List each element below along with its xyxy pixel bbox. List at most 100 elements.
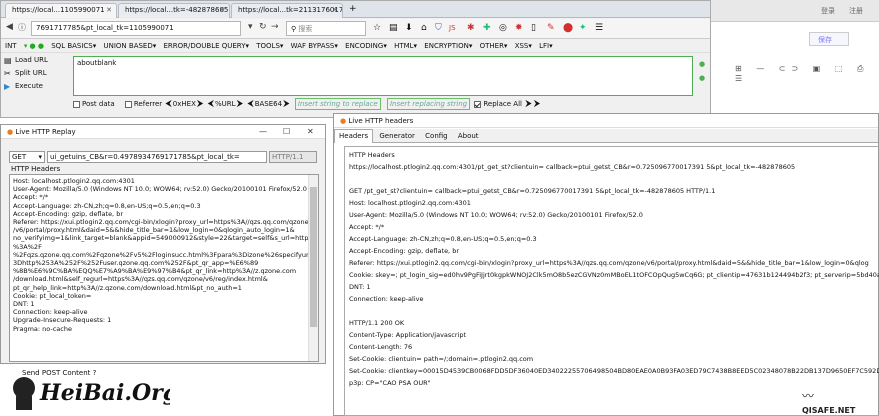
background-topbar: 登录 注册 — [711, 0, 879, 22]
replay-line: pt_qr_help_link=http%3A//z.qzone.com/dow… — [13, 283, 242, 292]
maximize-icon[interactable]: ☐ — [283, 127, 290, 136]
menu-html[interactable]: HTML▾ — [394, 42, 417, 50]
arrow-right-icon-4[interactable]: ⮞ — [525, 99, 532, 109]
arrow-right-icon-3[interactable]: ⮞ — [283, 99, 290, 109]
minimize-icon[interactable]: — — [259, 127, 267, 136]
arrow-right-icon[interactable]: ⮞ — [197, 99, 204, 109]
replay-url-input[interactable]: ui_getuins_CB&r=0.4978934769171785&pt_lo… — [47, 151, 267, 163]
split-url-button[interactable]: Split URL — [15, 69, 47, 77]
bg-save-button[interactable]: 保存 — [809, 32, 849, 46]
menu-encryption[interactable]: ENCRYPTION▾ — [424, 42, 472, 50]
replacing-string-input[interactable]: Insert replacing string — [386, 98, 471, 110]
downloads-icon[interactable]: ⬇ — [405, 23, 413, 33]
arrow-left-icon-3[interactable]: ⮜ — [247, 99, 253, 109]
reading-list-icon[interactable]: ▤ — [389, 23, 398, 33]
bug-icon[interactable]: ✱ — [467, 23, 475, 33]
header-line: Content-Length: 76 — [349, 343, 413, 351]
post-data-checkbox[interactable] — [73, 100, 80, 108]
cookie-icon[interactable]: ✸ — [515, 23, 523, 33]
bg-label-2[interactable]: 注册 — [849, 6, 863, 16]
headers-titlebar: ● Live HTTP headers — [334, 114, 878, 128]
replay-scrollbar[interactable] — [308, 175, 318, 361]
shield-icon[interactable]: ⛉ — [435, 23, 442, 33]
replay-headers-textarea[interactable]: Host: localhost.ptlogin2.qq.com:4301 User… — [9, 174, 319, 362]
replay-line: /download.html&self_regurl=https%3A//qzs… — [13, 275, 268, 284]
tab-config[interactable]: Config — [421, 130, 451, 144]
execute-icon: ▶ — [4, 82, 11, 91]
referrer-checkbox[interactable] — [124, 100, 132, 108]
replace-all-checkbox[interactable] — [474, 100, 482, 108]
menu-tools[interactable]: TOOLS▾ — [256, 42, 283, 50]
reload-icon[interactable]: ↻ — [259, 22, 267, 32]
green-dot-icon: ● — [699, 60, 706, 68]
load-url-button[interactable]: Load URL — [15, 56, 48, 64]
replay-line: User-Agent: Mozilla/5.0 (Windows NT 10.0… — [13, 185, 307, 194]
replay-line: Accept-Encoding: gzip, deflate, br — [13, 209, 123, 218]
browser-tab-2[interactable]: https://local...tk=-482878605 ✕ — [118, 3, 230, 18]
url-bar[interactable]: 7691717785&pt_local_tk=1105990071 — [31, 21, 241, 36]
close-icon[interactable]: ✕ — [307, 127, 314, 136]
menu-icon[interactable]: ☰ — [595, 23, 603, 33]
hackbar-textarea[interactable]: aboutblank — [73, 56, 693, 96]
chevron-down-icon: ▾ — [38, 153, 42, 161]
menu-xss[interactable]: XSS▾ — [515, 42, 532, 50]
addon-icon[interactable]: ✚ — [483, 23, 491, 33]
close-icon[interactable]: ✕ — [332, 6, 338, 14]
insert-string-input[interactable]: Insert string to replace — [294, 98, 381, 110]
replay-line: Upgrade-Insecure-Requests: 1 — [13, 316, 112, 325]
tool-icon[interactable]: ✎ — [547, 23, 555, 33]
scroll-thumb[interactable] — [310, 187, 317, 327]
menu-sql-basics[interactable]: SQL BASICS▾ — [51, 42, 96, 50]
svg-text:〰: 〰 — [802, 389, 814, 403]
menu-int[interactable]: INT — [5, 42, 17, 50]
arrow-right-icon-2[interactable]: ⮞ — [237, 99, 244, 109]
url-label: %URL — [215, 100, 236, 108]
execute-button[interactable]: Execute — [15, 82, 43, 90]
header-line: Referer: https://xui.ptlogin2.qq.com/cgi… — [349, 259, 869, 267]
arrow-left-icon[interactable]: ⮜ — [165, 99, 171, 109]
nav-toolbar: ◀ ⓘ 7691717785&pt_local_tk=1105990071 ▾ … — [1, 19, 710, 39]
page-icon[interactable]: ▯ — [531, 23, 536, 33]
header-line: https://localhost.ptlogin2.qq.com:4301/p… — [349, 163, 796, 171]
js-icon[interactable]: JS — [449, 23, 456, 33]
bg-label-1[interactable]: 登录 — [821, 6, 835, 16]
menu-union-based[interactable]: UNION BASED▾ — [104, 42, 157, 50]
http-version-field[interactable]: HTTP/1.1 — [269, 151, 317, 163]
search-input[interactable]: ⚲ 搜索 — [286, 21, 366, 36]
close-icon[interactable]: ✕ — [219, 6, 225, 14]
replay-line: %8B%E6%9C%BA%EQQ%E7%A9%BA%E9%97%B4&pt_qr… — [13, 267, 297, 276]
close-icon[interactable]: ✕ — [106, 6, 112, 14]
stop-icon[interactable]: ⬤ — [563, 23, 573, 33]
bookmark-star-icon[interactable]: ☆ — [373, 23, 381, 33]
green-addon-icon[interactable]: ✦ — [579, 23, 587, 33]
header-line — [349, 173, 875, 185]
hackbar-panel: ▤ Load URL ✂ Split URL ▶ Execute aboutbl… — [1, 54, 710, 117]
info-icon[interactable]: ⓘ — [18, 22, 26, 33]
dropdown-icon[interactable]: ▾ — [248, 22, 253, 32]
menu-other[interactable]: OTHER▾ — [480, 42, 508, 50]
menu-dot-icon: ▾ ● ● — [23, 42, 44, 50]
tab-generator[interactable]: Generator — [375, 130, 419, 144]
headers-log[interactable]: HTTP Headers https://localhost.ptlogin2.… — [344, 146, 879, 416]
menu-waf-bypass[interactable]: WAF BYPASS▾ — [291, 42, 338, 50]
replay-line: /v6/portal/proxy.html&daid=5&&hide_title… — [13, 226, 295, 235]
arrow-left-icon-2[interactable]: ⮜ — [208, 99, 214, 109]
arrow-right-icon-5[interactable]: ⮞ — [534, 99, 541, 109]
browser-tab-3[interactable]: https://local...tk=2113176017 ✕ — [231, 3, 343, 18]
back-icon[interactable]: ◀ — [6, 22, 13, 32]
browser-tab-1[interactable]: https://local...1105990071 ✕ — [5, 3, 117, 18]
forward-icon[interactable]: → — [271, 22, 279, 32]
replay-line: %2Fqzs.qzone.qq.com%2Fqzone%2Fv5%2Flogin… — [13, 250, 315, 259]
menu-error-double-query[interactable]: ERROR/DOUBLE QUERY▾ — [164, 42, 250, 50]
home-icon[interactable]: ⌂ — [421, 23, 427, 33]
tab-headers[interactable]: Headers — [334, 129, 374, 143]
green-dot-icon-2: ● — [699, 74, 706, 82]
tab-about[interactable]: About — [454, 130, 483, 144]
menu-encoding[interactable]: ENCODING▾ — [345, 42, 387, 50]
header-line: Set-Cookie: clientuin= path=/;domain=.pt… — [349, 355, 534, 363]
method-select[interactable]: GET ▾ — [9, 151, 45, 163]
new-tab-button[interactable]: + — [349, 4, 357, 14]
menu-lfi[interactable]: LFI▾ — [539, 42, 553, 50]
replay-line: Cookie: pt_local_token= — [13, 291, 92, 300]
globe-icon[interactable]: ◎ — [499, 23, 507, 33]
